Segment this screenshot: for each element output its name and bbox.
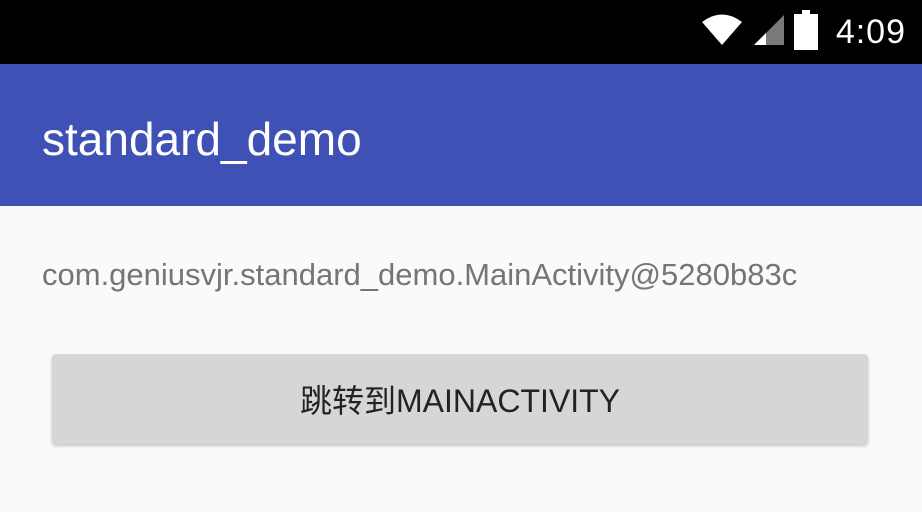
battery-icon	[793, 9, 818, 55]
wifi-icon	[700, 13, 744, 52]
main-content: com.geniusvjr.standard_demo.MainActivity…	[0, 206, 922, 512]
status-icons: 4:09	[700, 0, 906, 64]
status-bar: 4:09	[0, 0, 922, 64]
jump-to-main-activity-button[interactable]: 跳转到MAINACTIVITY	[52, 354, 868, 444]
jump-button-label: 跳转到MAINACTIVITY	[299, 383, 621, 419]
activity-info-text: com.geniusvjr.standard_demo.MainActivity…	[42, 257, 798, 292]
app-bar: standard_demo	[0, 64, 922, 206]
cell-signal-icon	[752, 13, 786, 52]
app-title: standard_demo	[42, 113, 362, 165]
status-time: 4:09	[835, 12, 906, 51]
